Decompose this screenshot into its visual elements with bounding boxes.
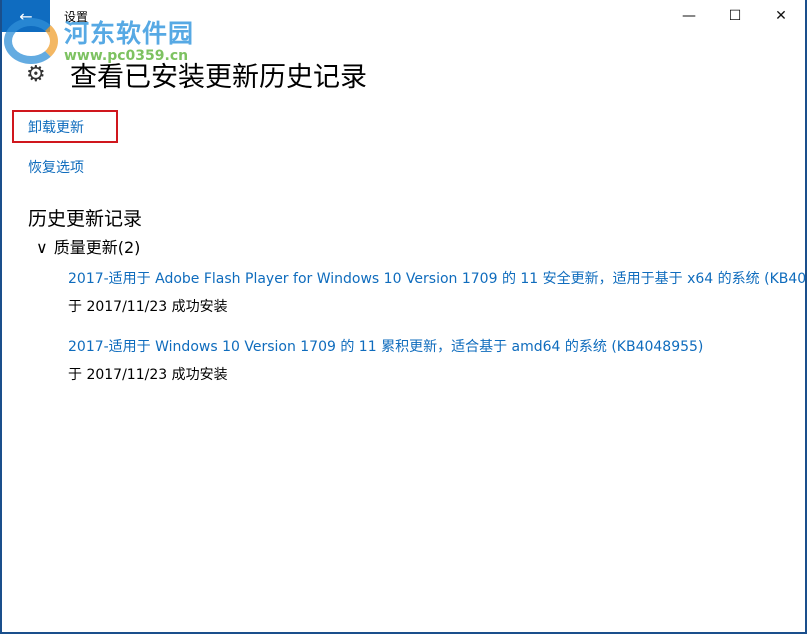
- maximize-button[interactable]: ☐: [712, 0, 758, 32]
- chevron-down-icon: ∨: [36, 238, 48, 257]
- update-link[interactable]: 2017-适用于 Windows 10 Version 1709 的 11 累积…: [68, 336, 703, 356]
- quality-updates-group[interactable]: ∨ 质量更新(2): [36, 234, 140, 258]
- watermark-logo-icon: [4, 18, 58, 64]
- close-icon: ✕: [775, 8, 787, 24]
- group-label: 质量更新(2): [54, 238, 141, 257]
- close-button[interactable]: ✕: [758, 0, 804, 32]
- page-title: 查看已安装更新历史记录: [70, 55, 367, 94]
- uninstall-updates-link[interactable]: 卸载更新: [28, 117, 84, 137]
- recovery-options-link[interactable]: 恢复选项: [28, 157, 84, 177]
- history-heading: 历史更新记录: [28, 204, 142, 231]
- watermark-text: 河东软件园: [64, 14, 194, 50]
- maximize-icon: ☐: [729, 8, 742, 24]
- update-status: 于 2017/11/23 成功安装: [68, 296, 228, 316]
- gear-icon: ⚙: [26, 62, 46, 87]
- window-frame: [0, 0, 807, 634]
- minimize-button[interactable]: —: [666, 0, 712, 32]
- update-link[interactable]: 2017-适用于 Adobe Flash Player for Windows …: [68, 268, 806, 288]
- minimize-icon: —: [682, 8, 696, 24]
- update-status: 于 2017/11/23 成功安装: [68, 364, 228, 384]
